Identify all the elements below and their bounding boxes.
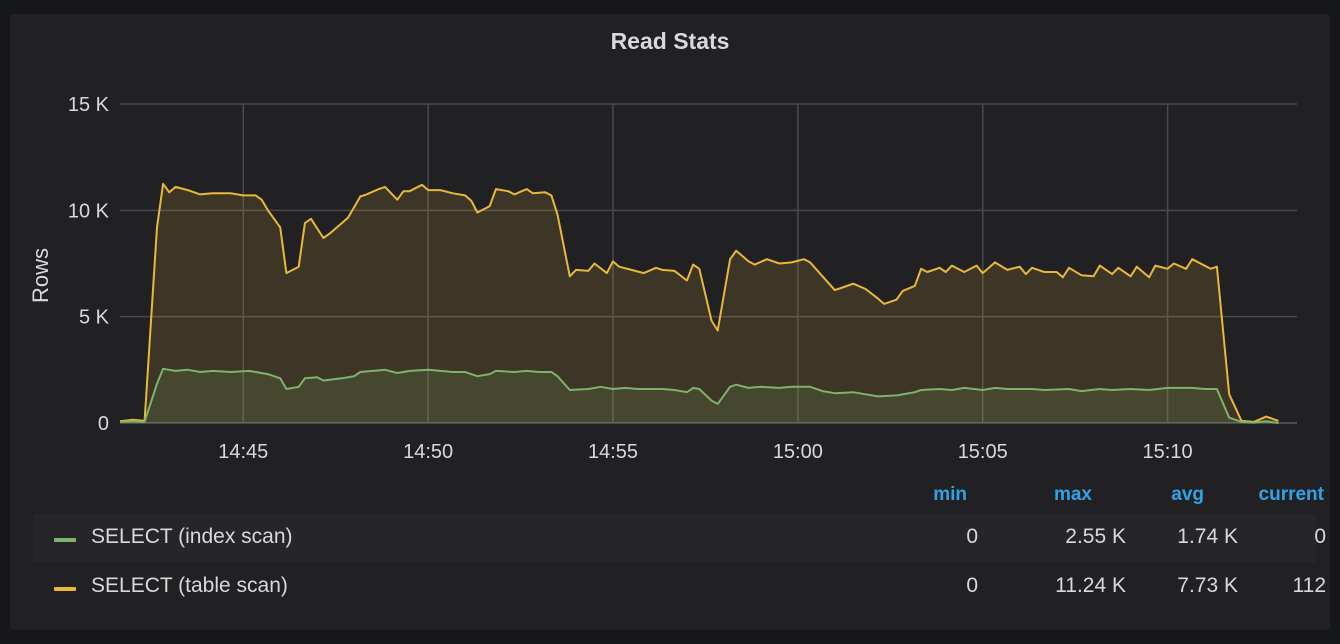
legend-row-table-scan[interactable]: SELECT (table scan) 0 11.24 K 7.73 K 112 [34, 563, 1326, 611]
legend-row-index-scan[interactable]: SELECT (index scan) 0 2.55 K 1.74 K 0 [34, 514, 1326, 562]
x-tick-label: 14:55 [588, 441, 638, 463]
y-tick-label: 10 K [68, 200, 110, 222]
legend-swatch-index-scan[interactable] [54, 538, 76, 542]
legend-header-max[interactable]: max [1054, 484, 1092, 506]
y-axis-label: Rows [28, 248, 53, 303]
legend-header-min[interactable]: min [933, 484, 967, 506]
legend-min-index-scan: 0 [966, 525, 978, 548]
y-tick-label: 5 K [79, 307, 110, 329]
legend-max-table-scan: 11.24 K [1055, 574, 1126, 597]
legend-label-table-scan[interactable]: SELECT (table scan) [91, 574, 288, 598]
y-tick-label: 15 K [68, 94, 110, 116]
legend-current-index-scan: 0 [1314, 525, 1326, 548]
legend-label-index-scan[interactable]: SELECT (index scan) [91, 525, 293, 549]
x-tick-label: 14:45 [218, 441, 268, 463]
legend-avg-table-scan: 7.73 K [1177, 574, 1238, 597]
legend-header-avg[interactable]: avg [1171, 484, 1204, 506]
legend-swatch-table-scan[interactable] [54, 587, 76, 591]
legend-avg-index-scan: 1.74 K [1177, 525, 1238, 548]
x-tick-label: 15:00 [773, 441, 823, 463]
x-tick-label: 15:10 [1143, 441, 1193, 463]
legend-current-table-scan: 112 [1292, 574, 1326, 597]
legend-max-index-scan: 2.55 K [1065, 525, 1126, 548]
x-tick-label: 15:05 [958, 441, 1008, 463]
chart-series [119, 182, 1279, 424]
x-tick-label: 14:50 [403, 441, 453, 463]
legend-min-table-scan: 0 [966, 574, 978, 597]
y-tick-label: 0 [98, 413, 109, 435]
legend-header-current[interactable]: current [1259, 484, 1324, 506]
